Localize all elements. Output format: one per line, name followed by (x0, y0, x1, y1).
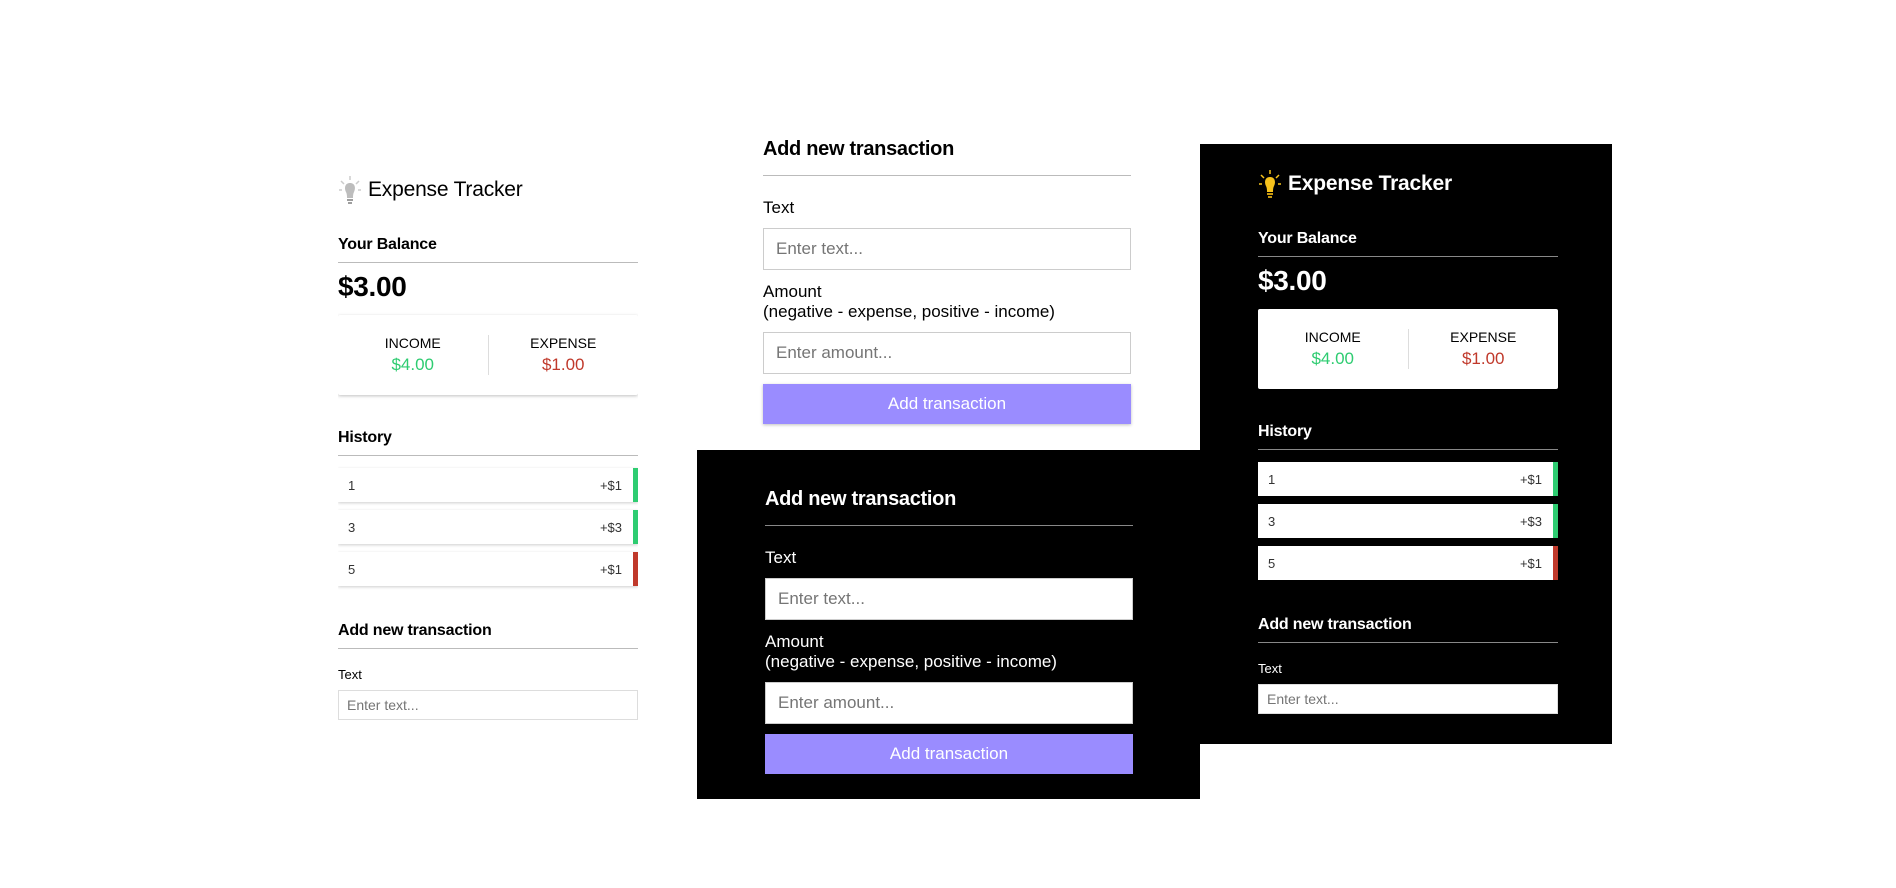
balance-amount: $3.00 (1258, 265, 1327, 296)
income-expense-card: INCOME $4.00 EXPENSE $1.00 (338, 315, 638, 395)
text-input[interactable] (765, 578, 1133, 620)
income-column: INCOME $4.00 (338, 335, 488, 375)
add-transaction-button[interactable]: Add transaction (765, 734, 1133, 774)
expense-indicator (633, 552, 638, 586)
text-input[interactable] (338, 690, 638, 720)
income-indicator (1553, 462, 1558, 496)
amount-label-group: Amount (negative - expense, positive - i… (763, 282, 1131, 322)
divider (1258, 449, 1558, 450)
divider (338, 648, 638, 649)
history-item[interactable]: 3 +$3 (1258, 504, 1558, 538)
expense-tracker-dark: Expense Tracker Your Balance $3.00 INCOM… (1258, 166, 1558, 714)
lightbulb-on-icon[interactable] (1258, 169, 1282, 199)
income-value: $4.00 (1311, 349, 1355, 368)
divider (763, 175, 1131, 176)
history-item-amount: +$1 (599, 477, 622, 493)
form-title: Add new transaction (338, 622, 492, 639)
expense-value: $1.00 (1461, 349, 1505, 368)
form-title: Add new transaction (1258, 616, 1412, 633)
divider (765, 525, 1133, 526)
balance-label: Your Balance (338, 236, 437, 253)
expense-column: EXPENSE $1.00 (1407, 329, 1559, 369)
amount-hint: (negative - expense, positive - income) (763, 302, 1055, 321)
income-label: INCOME (384, 335, 441, 351)
dark-theme-panel: Expense Tracker Your Balance $3.00 INCOM… (1200, 144, 1612, 744)
history-item-text: 5 (348, 561, 356, 577)
income-label: INCOME (1304, 329, 1361, 345)
balance-amount: $3.00 (338, 271, 407, 302)
amount-input[interactable] (763, 332, 1131, 374)
expense-indicator (1553, 546, 1558, 580)
income-indicator (633, 468, 638, 502)
history-item-text: 5 (1268, 555, 1276, 571)
text-label: Text (338, 667, 362, 682)
income-indicator (1553, 504, 1558, 538)
expense-label: EXPENSE (530, 335, 597, 351)
text-label: Text (765, 548, 797, 567)
amount-label-group: Amount (negative - expense, positive - i… (765, 632, 1133, 672)
lightbulb-off-icon[interactable] (338, 175, 362, 205)
history-item[interactable]: 1 +$1 (1258, 462, 1558, 496)
history-item[interactable]: 3 +$3 (338, 510, 638, 544)
expense-column: EXPENSE $1.00 (487, 335, 639, 375)
expense-value: $1.00 (541, 355, 585, 374)
divider (1258, 642, 1558, 643)
divider (338, 455, 638, 456)
light-theme-panel: Expense Tracker Your Balance $3.00 INCOM… (338, 170, 638, 744)
text-label: Text (763, 198, 795, 217)
income-expense-card: INCOME $4.00 EXPENSE $1.00 (1258, 309, 1558, 389)
text-input[interactable] (1258, 684, 1558, 714)
history-item-amount: +$3 (599, 519, 622, 535)
income-indicator (633, 510, 638, 544)
app-title: Expense Tracker (368, 178, 523, 201)
history-item[interactable]: 1 +$1 (338, 468, 638, 502)
app-title: Expense Tracker (1288, 172, 1452, 195)
text-input[interactable] (763, 228, 1131, 270)
expense-tracker-light: Expense Tracker Your Balance $3.00 INCOM… (338, 170, 638, 720)
text-label: Text (1258, 661, 1282, 676)
history-item-amount: +$3 (1519, 513, 1542, 529)
history-item-amount: +$1 (1519, 555, 1542, 571)
history-item[interactable]: 5 +$1 (1258, 546, 1558, 580)
history-item-text: 3 (1268, 513, 1276, 529)
light-form-panel: Add new transaction Text Amount (negativ… (697, 100, 1199, 450)
history-item-amount: +$1 (599, 561, 622, 577)
history-item-text: 1 (1268, 471, 1276, 487)
form-title: Add new transaction (763, 138, 954, 160)
history-item-text: 1 (348, 477, 356, 493)
app-header: Expense Tracker (338, 172, 638, 208)
add-transaction-form-dark: Add new transaction Text Amount (negativ… (765, 488, 1133, 774)
amount-label: Amount (763, 282, 822, 301)
add-transaction-form-light: Add new transaction Text Amount (negativ… (763, 138, 1131, 424)
history-item-text: 3 (348, 519, 356, 535)
dark-form-panel: Add new transaction Text Amount (negativ… (697, 450, 1200, 799)
app-header: Expense Tracker (1258, 166, 1558, 202)
history-title: History (338, 429, 392, 446)
add-transaction-button[interactable]: Add transaction (763, 384, 1131, 424)
history-item[interactable]: 5 +$1 (338, 552, 638, 586)
balance-label: Your Balance (1258, 230, 1357, 247)
amount-hint: (negative - expense, positive - income) (765, 652, 1057, 671)
form-title: Add new transaction (765, 488, 956, 510)
divider (338, 262, 638, 263)
history-title: History (1258, 423, 1312, 440)
amount-label: Amount (765, 632, 824, 651)
expense-label: EXPENSE (1450, 329, 1517, 345)
divider (1258, 256, 1558, 257)
income-value: $4.00 (391, 355, 435, 374)
history-item-amount: +$1 (1519, 471, 1542, 487)
amount-input[interactable] (765, 682, 1133, 724)
income-column: INCOME $4.00 (1258, 329, 1408, 369)
